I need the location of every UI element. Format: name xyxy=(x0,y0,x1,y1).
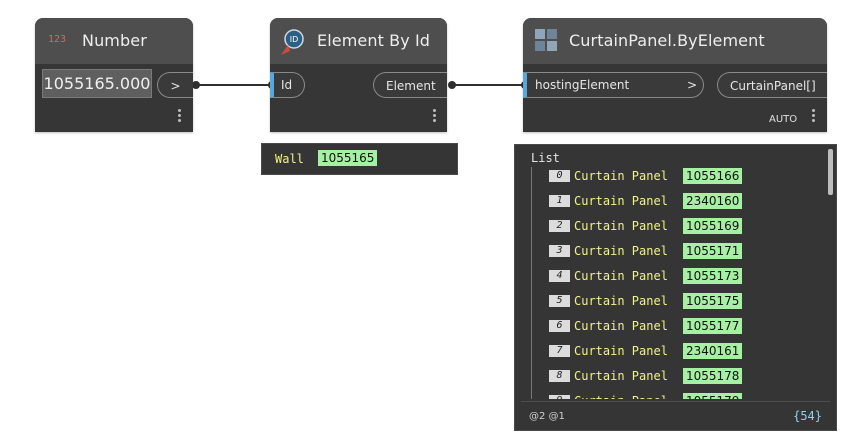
window-icon xyxy=(534,28,558,52)
list-item-label: Curtain Panel xyxy=(574,169,668,183)
node-title: Element By Id xyxy=(317,31,431,50)
number-value-input[interactable]: 1055165.000 xyxy=(42,69,152,98)
list-item: 9 Curtain Panel 1055179 xyxy=(549,393,809,399)
list-item-label: Curtain Panel xyxy=(574,269,668,283)
list-item-value: 2340160 xyxy=(683,193,743,209)
lacing-label[interactable]: AUTO xyxy=(769,114,797,125)
list-item-value: 1055177 xyxy=(683,318,743,334)
list-item: 3 Curtain Panel 1055171 xyxy=(549,243,809,261)
input-label: Id xyxy=(281,78,293,92)
list-item-value: 1055166 xyxy=(683,168,743,184)
id-icon: ID xyxy=(279,28,305,56)
list-item-index: 0 xyxy=(549,170,570,182)
list-count: {54} xyxy=(793,409,822,423)
hosting-element-input-port[interactable]: hostingElement > xyxy=(523,72,704,98)
list-item-label: Curtain Panel xyxy=(574,219,668,233)
input-arrow: > xyxy=(686,78,697,92)
list-item-index: 1 xyxy=(549,195,570,207)
list-item-label: Curtain Panel xyxy=(574,194,668,208)
list-item: 4 Curtain Panel 1055173 xyxy=(549,268,809,286)
list-item: 0 Curtain Panel 1055166 xyxy=(549,168,809,186)
node-title: CurtainPanel.ByElement xyxy=(569,31,765,50)
list-item-index: 5 xyxy=(549,295,570,307)
node-header[interactable]: CurtainPanel.ByElement xyxy=(523,18,827,64)
wire-start-knob xyxy=(448,81,456,89)
list-item-value: 1055179 xyxy=(683,393,743,399)
list-item-index: 9 xyxy=(549,395,570,399)
node-header[interactable]: ID Element By Id xyxy=(270,18,447,64)
element-output-port[interactable]: Element xyxy=(373,72,447,98)
list-item-index: 4 xyxy=(549,270,570,282)
list-items: 0 Curtain Panel 1055166 1 Curtain Panel 23401… xyxy=(515,145,825,399)
number-node[interactable]: 123 Number 1055165.000 > xyxy=(35,18,193,132)
list-item-value: 1055173 xyxy=(683,268,743,284)
wire-start-knob xyxy=(192,81,200,89)
list-item-label: Curtain Panel xyxy=(574,319,668,333)
output-label: CurtainPanel[] xyxy=(730,79,816,93)
preview-type-label: Wall xyxy=(275,152,304,166)
list-item: 2 Curtain Panel 1055169 xyxy=(549,218,809,236)
node-header[interactable]: 123 Number xyxy=(35,18,193,64)
curtain-panel-output-port[interactable]: CurtainPanel[] xyxy=(717,72,827,98)
list-item-index: 8 xyxy=(549,370,570,382)
list-item-label: Curtain Panel xyxy=(574,344,668,358)
element-preview-bubble: Wall 1055165 xyxy=(261,143,458,175)
list-item-value: 1055169 xyxy=(683,218,743,234)
list-item: 6 Curtain Panel 1055177 xyxy=(549,318,809,336)
list-item-label: Curtain Panel xyxy=(574,294,668,308)
number-output-port[interactable]: > xyxy=(157,72,193,98)
list-item: 8 Curtain Panel 1055178 xyxy=(549,368,809,386)
list-preview-bubble[interactable]: List 0 Curtain Panel 1055166 1 Curtain Panel… xyxy=(514,144,837,431)
list-item: 1 Curtain Panel 2340160 xyxy=(549,193,809,211)
element-by-id-node[interactable]: ID Element By Id Id Element xyxy=(270,18,447,132)
list-item-label: Curtain Panel xyxy=(574,369,668,383)
node-menu-icon[interactable] xyxy=(433,108,437,124)
list-item-index: 7 xyxy=(549,345,570,357)
list-item-label: Curtain Panel xyxy=(574,244,668,258)
list-item-label: Curtain Panel xyxy=(574,394,668,399)
node-menu-icon[interactable] xyxy=(812,108,816,124)
input-label: hostingElement xyxy=(535,78,630,92)
curtain-panel-node[interactable]: CurtainPanel.ByElement hostingElement > … xyxy=(523,18,827,132)
list-item-index: 3 xyxy=(549,245,570,257)
list-scrollbar[interactable] xyxy=(828,149,833,195)
list-item-value: 1055175 xyxy=(683,293,743,309)
id-input-port[interactable]: Id xyxy=(270,72,305,98)
svg-text:ID: ID xyxy=(290,35,299,44)
preview-value: 1055165 xyxy=(318,150,378,166)
output-arrow: > xyxy=(170,79,181,93)
list-item-index: 6 xyxy=(549,320,570,332)
wire-element-to-hosting xyxy=(452,84,525,86)
number-type-icon: 123 xyxy=(48,34,67,45)
list-footer-divider xyxy=(521,401,830,402)
list-item: 7 Curtain Panel 2340161 xyxy=(549,343,809,361)
list-item: 5 Curtain Panel 1055175 xyxy=(549,293,809,311)
wire-number-to-id xyxy=(196,84,272,86)
list-item-value: 1055178 xyxy=(683,368,743,384)
node-title: Number xyxy=(82,31,147,50)
list-item-index: 2 xyxy=(549,220,570,232)
list-item-value: 1055171 xyxy=(683,243,743,259)
output-label: Element xyxy=(386,79,436,93)
list-item-value: 2340161 xyxy=(683,343,743,359)
list-levels: @2 @1 xyxy=(529,411,565,422)
node-menu-icon[interactable] xyxy=(178,108,182,124)
